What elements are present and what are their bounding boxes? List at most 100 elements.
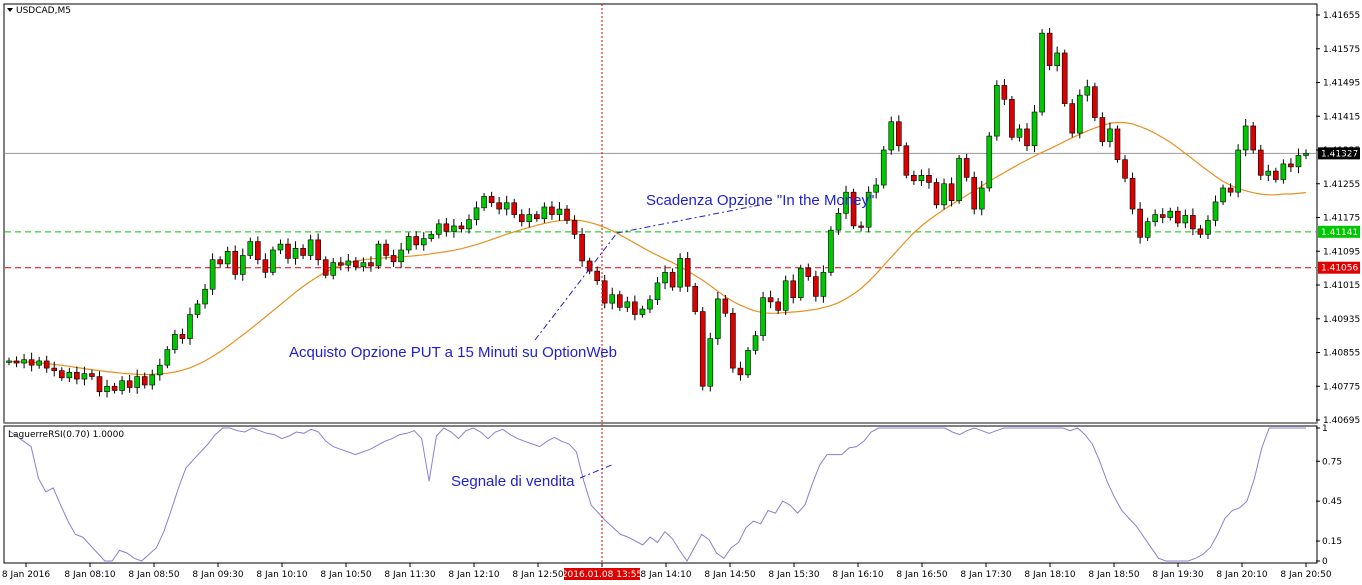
candle-body xyxy=(1016,128,1023,138)
candle-body xyxy=(888,121,895,151)
candle-body xyxy=(601,280,608,304)
candle-body xyxy=(451,225,457,232)
candle-body xyxy=(971,177,978,210)
time-tick-label: 8 Jan 15:30 xyxy=(768,570,820,580)
ma-line xyxy=(8,121,1307,376)
candle-body xyxy=(616,294,623,308)
time-tick-label: 8 Jan 08:10 xyxy=(64,570,116,580)
time-tick-label: 8 Jan 08:50 xyxy=(128,570,180,580)
candle-body xyxy=(1250,125,1257,151)
candle-body xyxy=(715,298,721,339)
candle-body xyxy=(692,285,699,312)
candle-body xyxy=(307,239,314,256)
candle-body xyxy=(239,255,246,275)
candle-body xyxy=(141,376,148,386)
candle-body xyxy=(707,338,714,387)
candle-body xyxy=(1152,214,1158,223)
candle-body xyxy=(496,202,502,210)
candle-body xyxy=(164,349,171,366)
candle-body xyxy=(270,249,276,273)
candle-body xyxy=(737,367,744,376)
candle-body xyxy=(677,258,683,288)
candle-body xyxy=(978,187,985,210)
candle-body xyxy=(1280,163,1287,180)
candle-body xyxy=(1190,215,1196,230)
candle-body xyxy=(941,183,947,206)
candle-body xyxy=(669,272,676,288)
candle-body xyxy=(647,299,653,310)
candle-body xyxy=(760,297,766,336)
candle-body xyxy=(903,145,910,176)
candle-body xyxy=(232,250,239,275)
candle-body xyxy=(699,311,706,387)
candle-body xyxy=(782,280,789,311)
candle-body xyxy=(1257,149,1264,176)
price-tick-label: 1.41175 xyxy=(1323,214,1360,224)
time-tick-label: 8 Jan 16:10 xyxy=(832,570,884,580)
candle-body xyxy=(104,385,110,393)
candle-body xyxy=(986,135,993,189)
candle-body xyxy=(13,360,20,364)
time-tick-label: 8 Jan 14:50 xyxy=(704,570,756,580)
candle-body xyxy=(1167,210,1174,218)
candle-body xyxy=(926,175,932,183)
price-tick-label: 1.41015 xyxy=(1323,281,1360,291)
candle-body xyxy=(767,297,774,303)
laguerre-rsi-line xyxy=(8,427,1306,562)
price-tick-label: 1.41495 xyxy=(1323,79,1360,89)
price-tick-label: 1.41335 xyxy=(1323,146,1360,156)
candle-body xyxy=(1084,86,1091,96)
symbol-label: USDCAD,M5 xyxy=(16,6,71,16)
candle-body xyxy=(503,202,510,210)
candle-body xyxy=(948,183,955,201)
candle-body xyxy=(1054,52,1060,66)
candle-body xyxy=(1024,128,1030,147)
candle-body xyxy=(473,207,480,220)
candle-body xyxy=(1242,125,1249,151)
candle-body xyxy=(790,280,797,298)
candle-body xyxy=(1114,128,1121,161)
candle-body xyxy=(428,234,435,239)
candle-body xyxy=(126,380,133,388)
candle-body xyxy=(639,308,646,315)
time-tick-label: 8 Jan 12:50 xyxy=(512,570,564,580)
price-tick-label: 1.40695 xyxy=(1323,416,1360,426)
candle-body xyxy=(1235,149,1241,193)
candle-body xyxy=(1175,210,1181,224)
candle-body xyxy=(624,301,631,308)
candle-body xyxy=(224,250,231,265)
indicator-tick-label: 0 xyxy=(1322,557,1328,567)
price-axis: 1.41655 1.41575 1.41495 1.41415 1.41335 1.412… xyxy=(1316,11,1360,426)
candle-body xyxy=(963,158,970,178)
dropdown-triangle-icon[interactable] xyxy=(7,8,13,12)
candle-body xyxy=(1182,215,1189,224)
candle-body xyxy=(28,359,35,366)
candle-body xyxy=(745,350,751,376)
candle-body xyxy=(43,360,50,369)
candle-body xyxy=(405,236,412,251)
indicator-label: LaguerreRSI(0.70) 1.0000 xyxy=(8,430,124,440)
candle-body xyxy=(1137,208,1143,238)
candle-body xyxy=(300,247,306,256)
candle-body xyxy=(466,219,472,230)
time-tick-label: 8 Jan 2016 xyxy=(2,570,50,580)
candle-body xyxy=(994,85,1000,137)
time-tick-label: 8 Jan 12:10 xyxy=(448,570,500,580)
candle-body xyxy=(918,175,925,182)
candle-body xyxy=(51,367,58,371)
price-levels: 1.413271.411411.41056 xyxy=(5,147,1360,274)
candle-body xyxy=(896,121,902,147)
candle-body xyxy=(775,301,781,311)
candle-body xyxy=(179,334,186,339)
moving-average xyxy=(8,121,1307,376)
candle-body xyxy=(194,303,201,315)
candle-body xyxy=(488,196,495,204)
candle-body xyxy=(172,334,178,350)
candle-body xyxy=(1031,111,1038,147)
candle-body xyxy=(609,294,616,304)
candle-body xyxy=(119,380,125,391)
candle-body xyxy=(1001,85,1008,100)
candle-body xyxy=(1265,170,1272,176)
candle-body xyxy=(413,236,419,246)
candle-body xyxy=(398,249,404,263)
